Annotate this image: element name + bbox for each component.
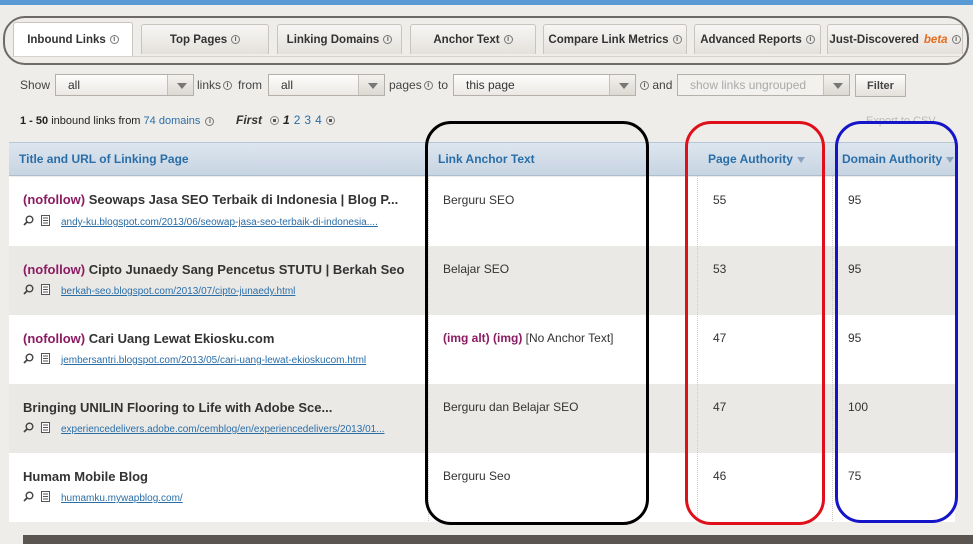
page-info-icon[interactable] xyxy=(41,422,50,433)
row-url-link[interactable]: humamku.mywapblog.com/ xyxy=(61,493,183,504)
tab-label: Top Pages xyxy=(169,33,228,46)
footer-bar xyxy=(23,535,973,544)
tab-anchor-text[interactable]: Anchor Text i xyxy=(410,24,536,54)
page-info-icon[interactable] xyxy=(41,215,50,226)
header-title-url[interactable]: Title and URL of Linking Page xyxy=(19,152,189,166)
result-range: 1 - 50 xyxy=(20,115,49,127)
group-select[interactable]: show links ungrouped xyxy=(677,74,850,96)
info-icon: i xyxy=(640,80,649,90)
tab-label: Compare Link Metrics xyxy=(548,33,669,46)
tab-label: Inbound Links xyxy=(27,33,106,46)
nofollow-tag: (nofollow) xyxy=(23,262,86,277)
first-page-link[interactable]: First xyxy=(236,113,262,127)
tab-inbound-links[interactable]: Inbound Links i xyxy=(13,22,133,56)
current-page: 1 xyxy=(283,113,290,127)
tab-compare-link-metrics[interactable]: Compare Link Metrics i xyxy=(543,24,687,54)
and-label: i and xyxy=(638,74,672,96)
page-info-icon[interactable] xyxy=(41,491,50,502)
search-icon[interactable] xyxy=(23,491,34,502)
row-title-text: Cari Uang Lewat Ekiosku.com xyxy=(88,331,275,346)
domains-link[interactable]: 74 domains xyxy=(144,115,201,127)
row-url-link[interactable]: berkah-seo.blogspot.com/2013/07/cipto-ju… xyxy=(61,286,295,297)
page-link-2[interactable]: 2 xyxy=(294,113,301,127)
show-select[interactable]: all xyxy=(55,74,194,96)
info-icon: i xyxy=(805,35,815,44)
from-label: from xyxy=(238,78,262,92)
info-icon: i xyxy=(672,35,682,44)
tab-top-pages[interactable]: Top Pages i xyxy=(141,24,269,54)
summary-text: inbound links from xyxy=(51,115,141,127)
chevron-down-icon xyxy=(823,75,849,95)
next-page-icon[interactable] xyxy=(325,115,335,125)
info-icon: i xyxy=(951,35,961,44)
search-icon[interactable] xyxy=(23,284,34,295)
info-icon: i xyxy=(205,116,215,126)
pages-label: pages i xyxy=(389,74,433,96)
anchor-column-highlight xyxy=(425,121,649,525)
prev-page-icon[interactable] xyxy=(270,115,280,125)
nofollow-tag: (nofollow) xyxy=(23,331,86,346)
info-icon: i xyxy=(231,35,241,44)
row-title-text: Humam Mobile Blog xyxy=(23,469,148,484)
results-summary: 1 - 50 inbound links from 74 domains i xyxy=(20,115,215,127)
links-label: links i xyxy=(197,74,233,96)
show-select-value: all xyxy=(68,78,81,92)
tab-label: Just-Discovered xyxy=(829,33,919,46)
to-label: to xyxy=(438,78,449,92)
row-url-link[interactable]: jembersantri.blogspot.com/2013/05/cari-u… xyxy=(61,355,366,366)
tab-advanced-reports[interactable]: Advanced Reports i xyxy=(694,24,821,54)
search-icon[interactable] xyxy=(23,215,34,226)
tab-divider xyxy=(12,56,960,57)
row-title-text: Bringing UNILIN Flooring to Life with Ad… xyxy=(23,400,333,415)
filter-button[interactable]: Filter xyxy=(855,74,906,97)
tab-label: Linking Domains xyxy=(286,33,380,46)
tab-label: Advanced Reports xyxy=(700,33,802,46)
row-title-text: Cipto Junaedy Sang Pencetus STUTU | Berk… xyxy=(88,262,405,277)
beta-badge: beta xyxy=(923,33,948,46)
chevron-down-icon xyxy=(609,75,635,95)
tab-label: Anchor Text xyxy=(433,33,500,46)
group-select-value: show links ungrouped xyxy=(690,78,807,92)
info-icon: i xyxy=(503,35,513,44)
info-icon: i xyxy=(423,80,433,90)
page-link-3[interactable]: 3 xyxy=(304,113,311,127)
tab-just-discovered[interactable]: Just-Discovered beta i xyxy=(827,24,963,54)
row-url-link[interactable]: experiencedelivers.adobe.com/cemblog/en/… xyxy=(61,424,385,435)
chevron-down-icon xyxy=(167,75,193,95)
row-title[interactable]: Bringing UNILIN Flooring to Life with Ad… xyxy=(23,400,332,415)
info-icon: i xyxy=(383,35,393,44)
pagination: First 1 2 3 4 xyxy=(236,113,335,127)
row-title[interactable]: Humam Mobile Blog xyxy=(23,469,148,484)
page-info-icon[interactable] xyxy=(41,284,50,295)
row-title[interactable]: (nofollow) Cari Uang Lewat Ekiosku.com xyxy=(23,331,274,346)
row-title-text: Seowaps Jasa SEO Terbaik di Indonesia | … xyxy=(88,192,399,207)
search-icon[interactable] xyxy=(23,422,34,433)
page-authority-highlight xyxy=(685,121,825,525)
row-title[interactable]: (nofollow) Cipto Junaedy Sang Pencetus S… xyxy=(23,262,404,277)
from-select[interactable]: all xyxy=(268,74,385,96)
info-icon: i xyxy=(109,35,119,44)
row-url-link[interactable]: andy-ku.blogspot.com/2013/06/seowap-jasa… xyxy=(61,217,378,228)
top-accent-bar xyxy=(0,0,973,5)
page-link-4[interactable]: 4 xyxy=(315,113,322,127)
row-title[interactable]: (nofollow) Seowaps Jasa SEO Terbaik di I… xyxy=(23,192,398,207)
domain-authority-highlight xyxy=(835,121,958,523)
from-select-value: all xyxy=(281,78,294,92)
show-label: Show xyxy=(20,78,51,92)
to-select-value: this page xyxy=(466,78,515,92)
column-divider xyxy=(832,176,833,521)
to-select[interactable]: this page xyxy=(453,74,636,96)
chevron-down-icon xyxy=(358,75,384,95)
search-icon[interactable] xyxy=(23,353,34,364)
page-info-icon[interactable] xyxy=(41,353,50,364)
tab-linking-domains[interactable]: Linking Domains i xyxy=(277,24,402,54)
info-icon: i xyxy=(223,80,233,90)
nofollow-tag: (nofollow) xyxy=(23,192,86,207)
